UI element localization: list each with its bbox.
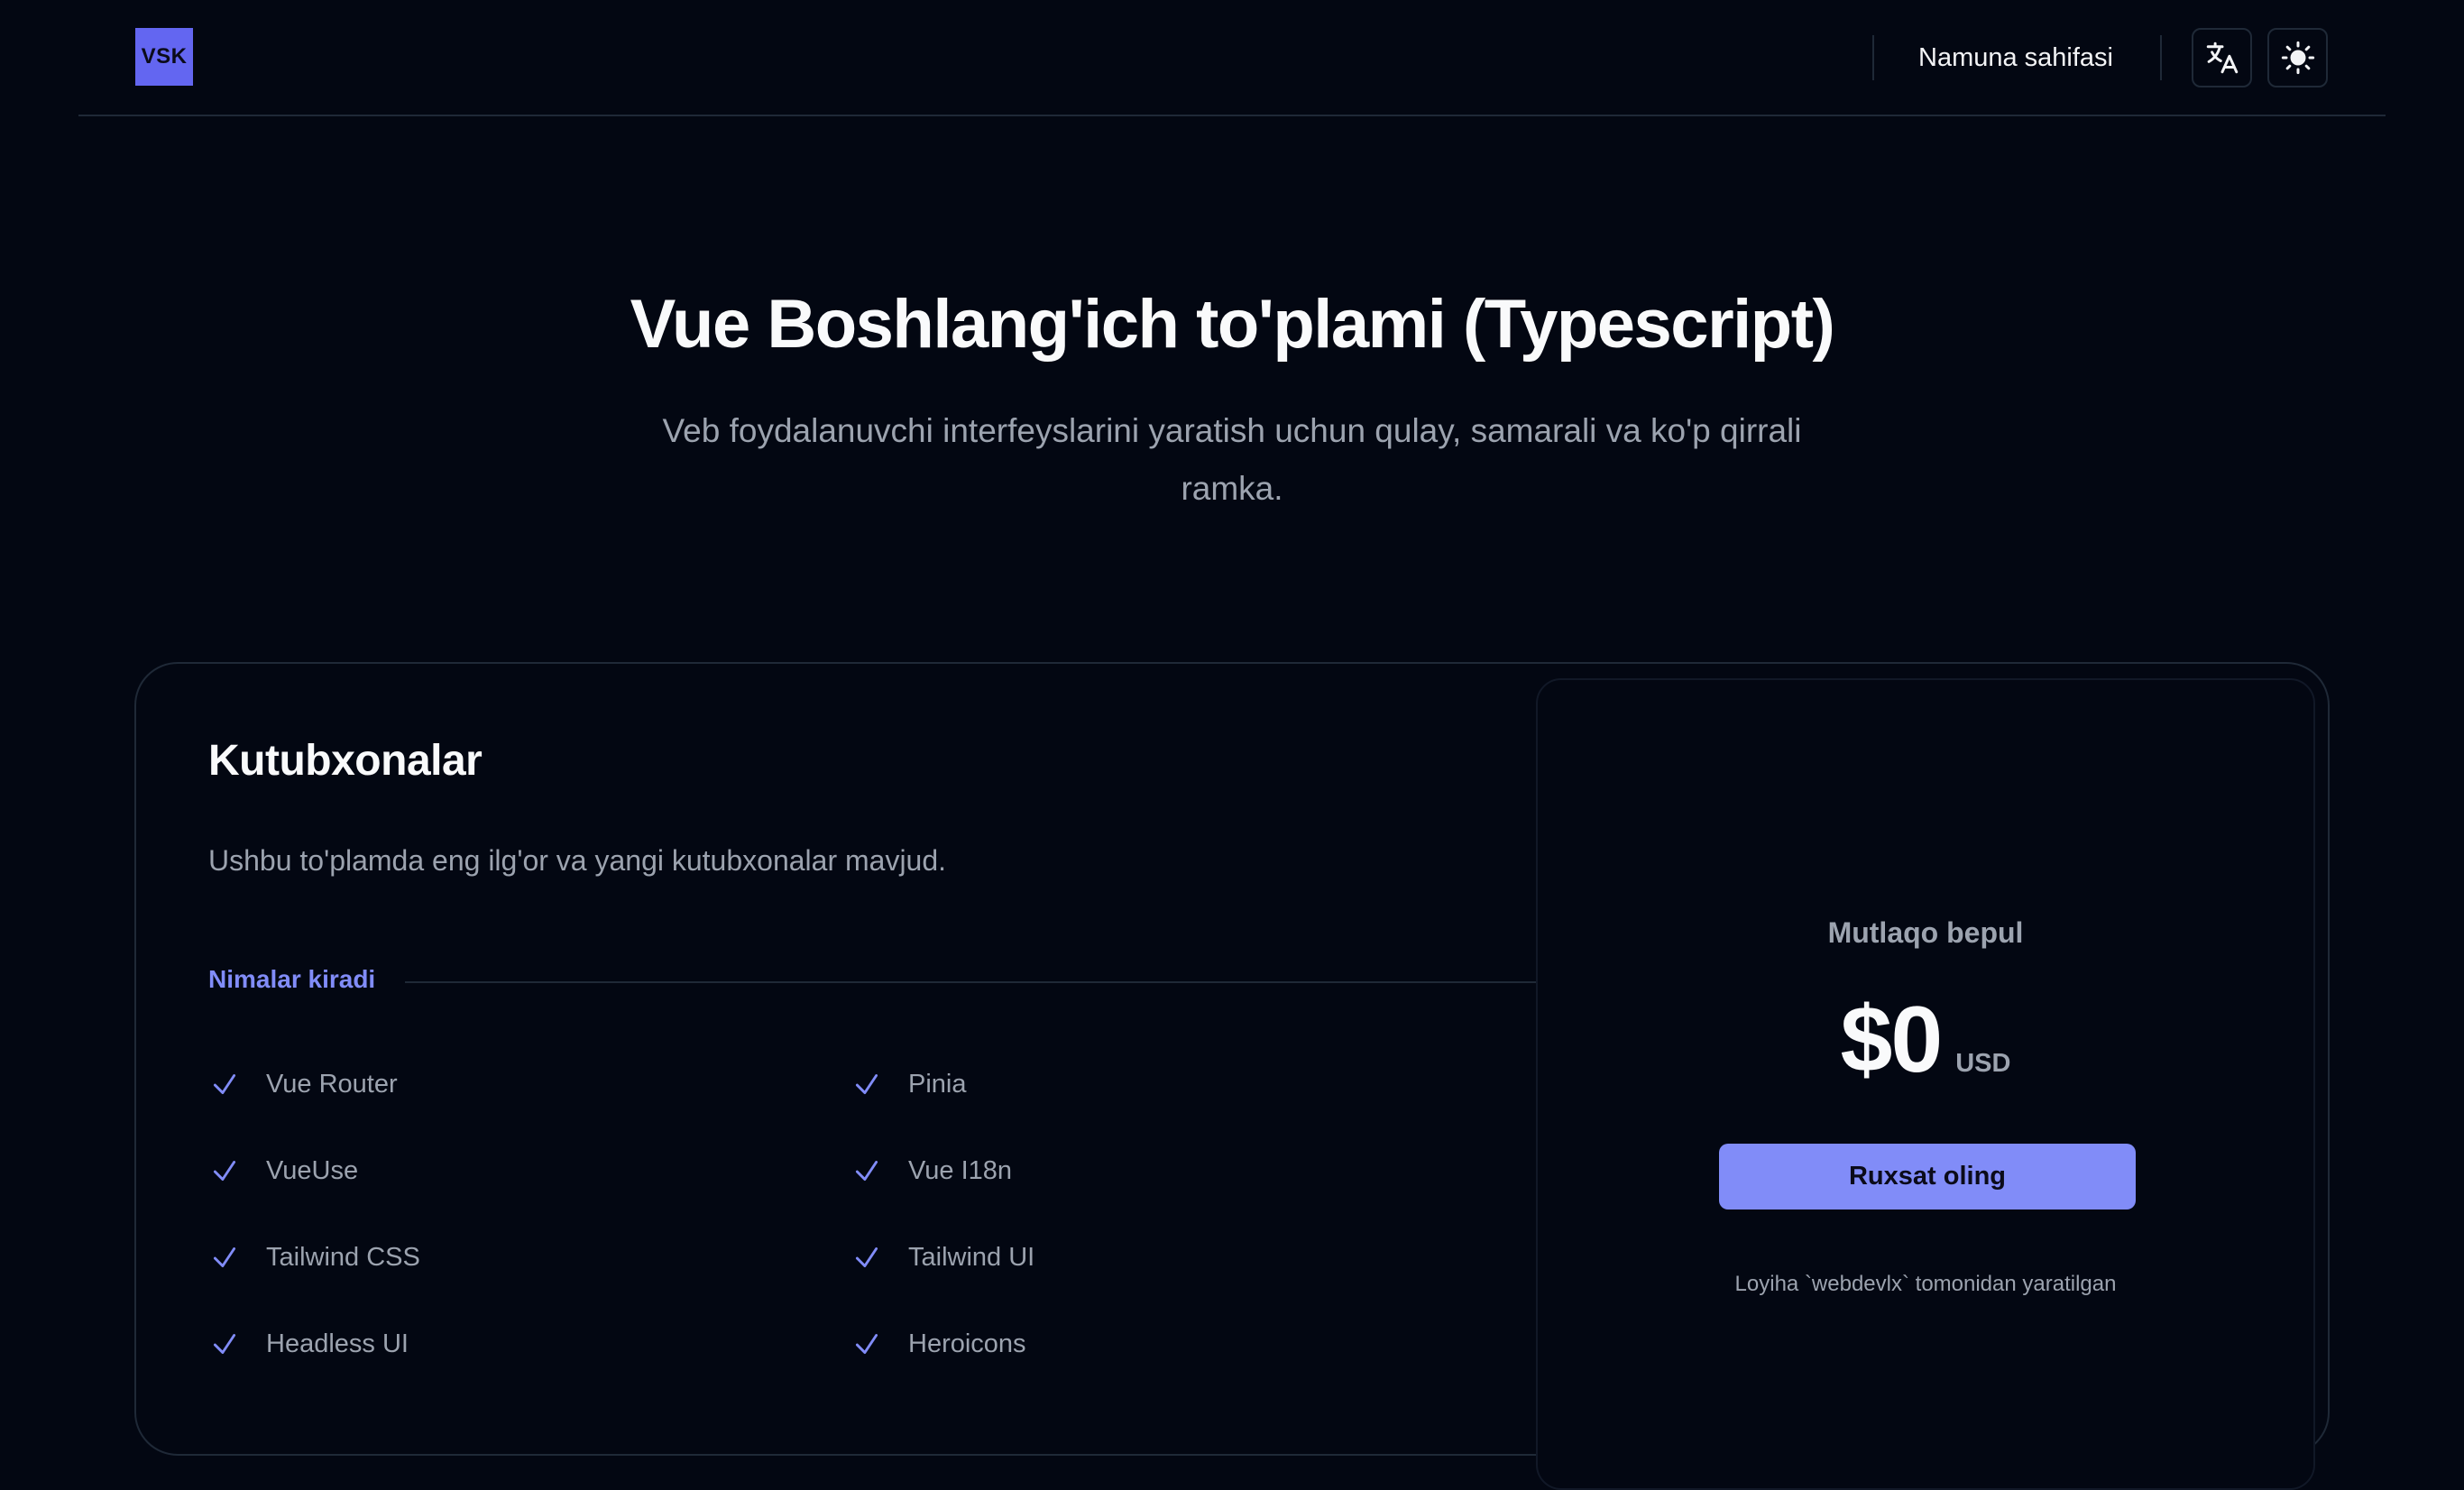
nav-link-sample-page[interactable]: Namuna sahifasi: [1918, 36, 2113, 79]
included-divider: [405, 981, 1583, 983]
feature-label: Tailwind CSS: [266, 1242, 420, 1272]
price-row: $0 USD: [1538, 987, 2313, 1094]
feature-item: Tailwind UI: [850, 1236, 1034, 1279]
included-label: Nimalar kiradi: [208, 965, 376, 993]
price-currency: USD: [1955, 1049, 2011, 1078]
theme-toggle-button[interactable]: [2267, 28, 2328, 87]
feature-label: Vue I18n: [908, 1155, 1013, 1185]
check-icon: [208, 1068, 241, 1100]
check-icon: [850, 1328, 883, 1360]
feature-label: Vue Router: [266, 1069, 398, 1099]
card-title: Kutubxonalar: [208, 737, 483, 785]
check-icon: [208, 1154, 241, 1187]
pricing-panel: Mutlaqo bepul $0 USD Ruxsat oling Loyiha…: [1536, 678, 2315, 1490]
feature-label: Tailwind UI: [908, 1242, 1035, 1272]
language-button[interactable]: [2192, 28, 2252, 87]
pricing-label: Mutlaqo bepul: [1827, 916, 2024, 949]
card-description: Ushbu to'plamda eng ilg'or va yangi kutu…: [208, 844, 947, 877]
author-credit: Loyiha `webdevlx` tomonidan yaratilgan: [1734, 1272, 2117, 1296]
feature-item: Headless UI: [208, 1322, 409, 1366]
feature-item: Vue Router: [208, 1062, 398, 1106]
sun-icon: [2281, 41, 2314, 75]
check-icon: [850, 1241, 883, 1274]
top-header: VSK Namuna sahifasi: [78, 0, 2386, 116]
feature-label: Pinia: [908, 1069, 967, 1099]
header-divider: [1872, 35, 1874, 80]
feature-item: Heroicons: [850, 1322, 1026, 1366]
feature-label: Headless UI: [266, 1329, 409, 1358]
check-icon: [208, 1241, 241, 1274]
feature-item: VueUse: [208, 1149, 358, 1192]
check-icon: [208, 1328, 241, 1360]
feature-item: Tailwind CSS: [208, 1236, 420, 1279]
feature-item: Vue I18n: [850, 1149, 1012, 1192]
logo[interactable]: VSK: [135, 28, 193, 86]
feature-item: Pinia: [850, 1062, 967, 1106]
price-amount: $0: [1840, 988, 1944, 1092]
translate-icon: [2206, 41, 2238, 74]
check-icon: [850, 1154, 883, 1187]
check-icon: [850, 1068, 883, 1100]
header-divider: [2160, 35, 2162, 80]
page-title: Vue Boshlang'ich to'plami (Typescript): [630, 286, 1835, 363]
feature-label: Heroicons: [908, 1329, 1026, 1358]
libraries-card: Kutubxonalar Ushbu to'plamda eng ilg'or …: [134, 662, 2330, 1490]
page-subtitle: Veb foydalanuvchi interfeyslarini yarati…: [662, 412, 1802, 507]
feature-label: VueUse: [266, 1155, 359, 1185]
get-access-button[interactable]: Ruxsat oling: [1719, 1144, 2136, 1209]
